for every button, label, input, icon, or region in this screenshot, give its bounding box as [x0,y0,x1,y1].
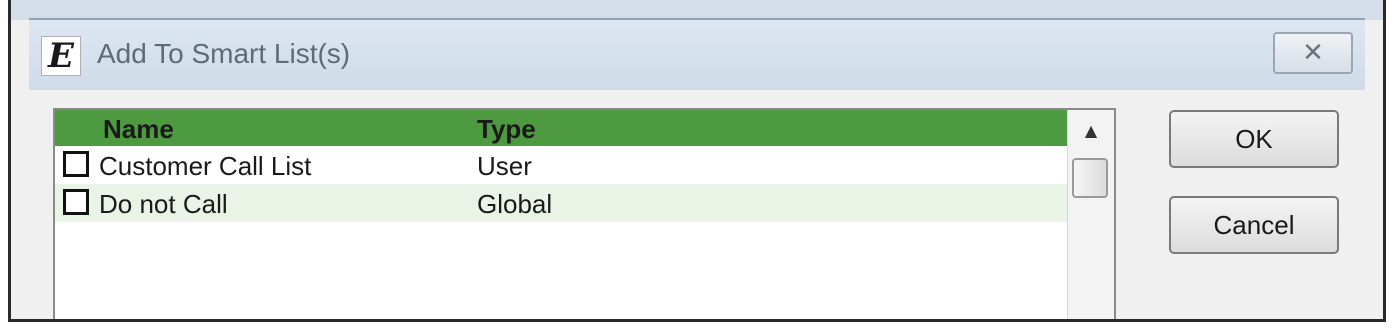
window-frame-edge [11,0,1383,20]
cancel-button[interactable]: Cancel [1169,196,1339,254]
column-header-name[interactable]: Name [103,114,174,145]
row-name: Customer Call List [99,151,312,181]
row-type: User [477,151,532,181]
column-header-type[interactable]: Type [477,114,536,145]
list-row[interactable]: Do not Call Global [55,184,1068,222]
smart-list-listbox[interactable]: Name Type Customer Call List User Do not… [53,108,1116,319]
row-name: Do not Call [99,189,228,219]
close-button[interactable]: ✕ [1273,32,1353,74]
ok-button[interactable]: OK [1169,110,1339,168]
app-logo-glyph: E [48,36,74,76]
scroll-up-arrow-icon[interactable]: ▲ [1068,110,1114,150]
row-type: Global [477,189,553,219]
dialog-body: Name Type Customer Call List User Do not… [29,90,1365,319]
list-header: Name Type [55,110,1068,146]
list-row[interactable]: Customer Call List User [55,146,1068,184]
app-logo-icon: E [41,36,81,76]
row-checkbox[interactable] [63,189,89,215]
title-bar[interactable]: E Add To Smart List(s) ✕ [29,18,1365,90]
add-to-smart-list-dialog: E Add To Smart List(s) ✕ Name Type Custo… [8,0,1386,322]
row-checkbox[interactable] [63,151,89,177]
window-title: Add To Smart List(s) [97,38,351,69]
vertical-scrollbar[interactable]: ▲ [1067,110,1114,319]
scroll-thumb[interactable] [1072,158,1108,198]
close-icon: ✕ [1302,38,1324,68]
